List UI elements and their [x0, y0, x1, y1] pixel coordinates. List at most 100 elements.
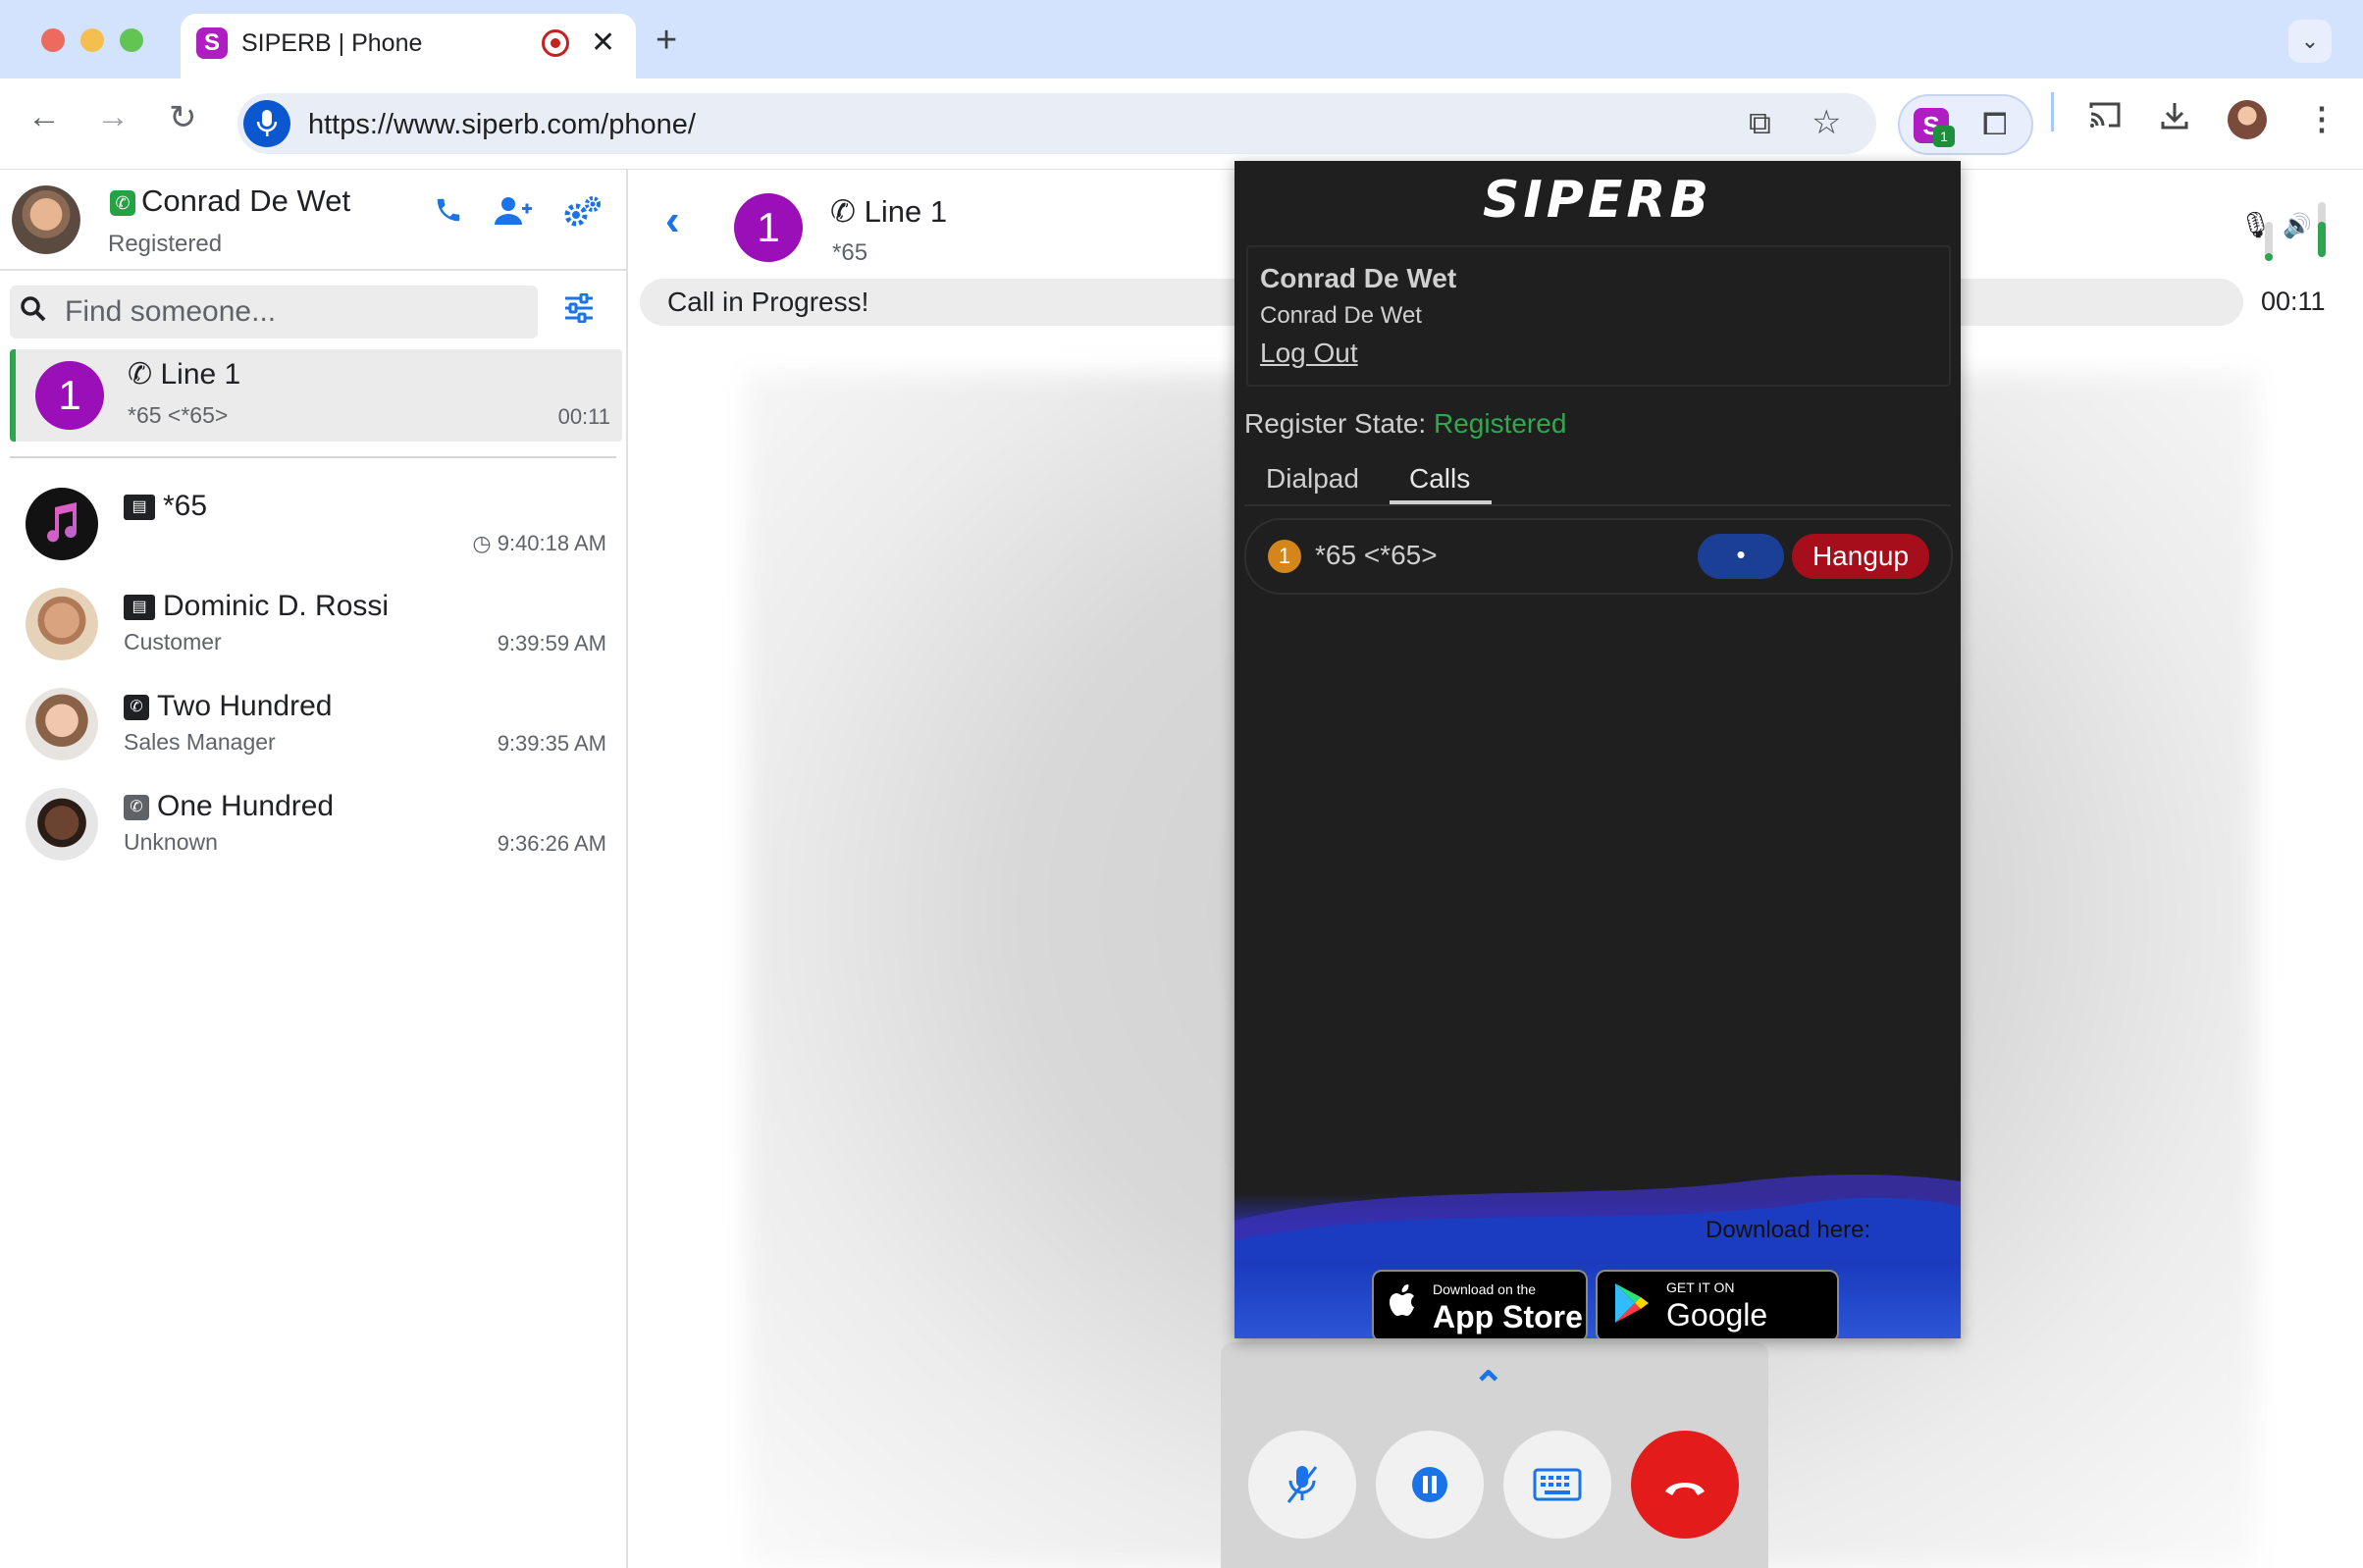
- tab-dialpad[interactable]: Dialpad: [1266, 463, 1359, 495]
- logout-link[interactable]: Log Out: [1260, 338, 1358, 369]
- tab-calls[interactable]: Calls: [1409, 463, 1470, 495]
- music-app-icon: [26, 488, 98, 560]
- wave-decoration: [1234, 1175, 1961, 1260]
- bookmark-star-icon[interactable]: ☆: [1812, 103, 1841, 142]
- google-play-badge[interactable]: GET IT ON Google Play: [1596, 1270, 1839, 1338]
- hangup-button[interactable]: Hangup: [1792, 534, 1929, 579]
- keypad-button[interactable]: [1503, 1431, 1611, 1539]
- list-item[interactable]: ✆ One Hundred Unknown 9:36:26 AM: [0, 774, 626, 872]
- call-line-title-text: Line 1: [864, 194, 948, 229]
- phone-icon: ✆: [830, 194, 865, 229]
- browser-menu-icon[interactable]: ⋮: [2306, 100, 2337, 137]
- settings-gears-icon[interactable]: [563, 195, 603, 236]
- dial-phone-icon[interactable]: [434, 195, 463, 233]
- avatar: [26, 688, 98, 760]
- contact-time: 9:36:26 AM: [497, 831, 606, 856]
- contact-name-text: One Hundred: [157, 790, 335, 822]
- line-number-avatar: 1: [35, 361, 104, 430]
- call-timer: 00:11: [2261, 287, 2326, 316]
- active-tab-indicator: [1390, 500, 1492, 504]
- download-icon[interactable]: [2159, 100, 2190, 139]
- contact-time: 9:39:59 AM: [497, 631, 606, 655]
- contact-name-text: Two Hundred: [157, 690, 333, 722]
- avatar: [26, 788, 98, 861]
- call-line-title: ✆ Line 1: [830, 194, 947, 230]
- call-line-badge: 1: [1268, 540, 1301, 573]
- extensions-puzzle-icon[interactable]: ⧠: [1982, 106, 2008, 143]
- call-line-number: *65: [832, 239, 868, 266]
- app-store-badge[interactable]: Download on the App Store: [1372, 1270, 1588, 1338]
- call-list-item[interactable]: 1 *65 <*65> • Hangup: [1244, 518, 1953, 595]
- search-box[interactable]: [10, 286, 538, 339]
- contact-time: 9:39:35 AM: [497, 731, 606, 756]
- add-contact-icon[interactable]: [495, 195, 534, 235]
- browser-tab[interactable]: S SIPERB | Phone ✕: [181, 14, 636, 78]
- sidebar-divider: [0, 269, 626, 271]
- siperb-favicon-icon: S: [196, 27, 228, 59]
- back-chevron-icon[interactable]: ‹: [665, 196, 680, 245]
- call-label: *65 <*65>: [1315, 540, 1438, 570]
- contact-time: ◷ 9:40:18 AM: [472, 531, 606, 556]
- google-play-big-text: Google Play: [1666, 1297, 1768, 1338]
- active-call-line[interactable]: 1 ✆ Line 1 *65 <*65> 00:11: [10, 349, 622, 442]
- hold-button[interactable]: [1376, 1431, 1484, 1539]
- list-item[interactable]: ✆ Two Hundred Sales Manager 9:39:35 AM: [0, 674, 626, 772]
- browser-tab-bar: S SIPERB | Phone ✕ + ⌄: [0, 0, 2363, 78]
- google-play-small-text: GET IT ON: [1666, 1280, 1735, 1295]
- recording-indicator-icon: [542, 29, 569, 57]
- line-title-text: Line 1: [160, 358, 241, 391]
- tabs-divider: [1244, 504, 1951, 506]
- list-item[interactable]: ▤ *65 ◷ 9:40:18 AM: [0, 474, 626, 572]
- user-avatar[interactable]: [12, 185, 80, 254]
- mute-button[interactable]: [1248, 1431, 1356, 1539]
- account-panel: Conrad De Wet Conrad De Wet Log Out: [1246, 245, 1951, 387]
- account-display-name: Conrad De Wet: [1260, 302, 1422, 329]
- back-icon[interactable]: ←: [27, 98, 61, 136]
- filter-sliders-icon[interactable]: [563, 292, 595, 331]
- avatar: [26, 588, 98, 660]
- user-name-text: Conrad De Wet: [141, 183, 351, 218]
- toolbar-divider: [2051, 92, 2054, 131]
- list-item[interactable]: ▤ Dominic D. Rossi Customer 9:39:59 AM: [0, 574, 626, 672]
- contact-subtitle: Customer: [124, 629, 222, 654]
- speaker-level-meter: [2318, 202, 2326, 257]
- end-call-button[interactable]: [1631, 1431, 1739, 1539]
- phone-registered-icon: ✆: [110, 189, 135, 216]
- contact-name: ▤ *65: [124, 490, 207, 523]
- extension-badge: 1: [1933, 126, 1955, 147]
- profile-avatar[interactable]: [2228, 100, 2267, 139]
- user-name: ✆ Conrad De Wet: [110, 183, 350, 219]
- call-options-button[interactable]: •: [1698, 534, 1784, 579]
- contact-name-text: *65: [163, 490, 208, 522]
- mic-level-fill: [2265, 253, 2273, 261]
- close-window-button[interactable]: [41, 28, 65, 52]
- new-tab-button[interactable]: +: [656, 20, 677, 62]
- mic-level-meter: [2265, 222, 2273, 261]
- search-input[interactable]: [63, 291, 528, 333]
- download-here-label: Download here:: [1706, 1217, 1871, 1243]
- forward-icon[interactable]: →: [96, 98, 130, 136]
- close-tab-icon[interactable]: ✕: [591, 26, 615, 60]
- sidebar-divider: [10, 456, 616, 458]
- sidebar: ✆Conrad De Wet Registered 1 ✆ Line 1 *65…: [0, 170, 628, 1568]
- minimize-window-button[interactable]: [80, 28, 104, 52]
- voice-search-icon[interactable]: [243, 100, 290, 147]
- maximize-window-button[interactable]: [120, 28, 143, 52]
- address-bar[interactable]: https://www.siperb.com/phone/ ⧉ ☆: [237, 93, 1876, 154]
- line-duration: 00:11: [557, 404, 610, 429]
- open-in-new-window-icon[interactable]: ⧉: [1749, 105, 1771, 142]
- contact-name: ▤ Dominic D. Rossi: [124, 590, 389, 623]
- browser-toolbar: ← → ↻ https://www.siperb.com/phone/ ⧉ ☆ …: [0, 78, 2363, 170]
- cast-icon[interactable]: [2088, 100, 2122, 137]
- siperb-extension-button[interactable]: S 1 ⧠: [1898, 94, 2033, 155]
- download-banner: Download here: Download on the App Store…: [1234, 1162, 1961, 1338]
- tab-title: SIPERB | Phone: [241, 29, 423, 57]
- speaker-icon: 🔊: [2283, 213, 2312, 239]
- contact-subtitle: Unknown: [124, 829, 218, 855]
- phone-icon: ✆: [124, 795, 149, 821]
- clock-icon: ◷: [472, 531, 492, 555]
- expand-chevron-up-icon[interactable]: ⌃: [1472, 1364, 1505, 1409]
- line-title: ✆ Line 1: [128, 357, 240, 392]
- reload-icon[interactable]: ↻: [169, 98, 197, 137]
- tab-search-dropdown-button[interactable]: ⌄: [2288, 20, 2332, 63]
